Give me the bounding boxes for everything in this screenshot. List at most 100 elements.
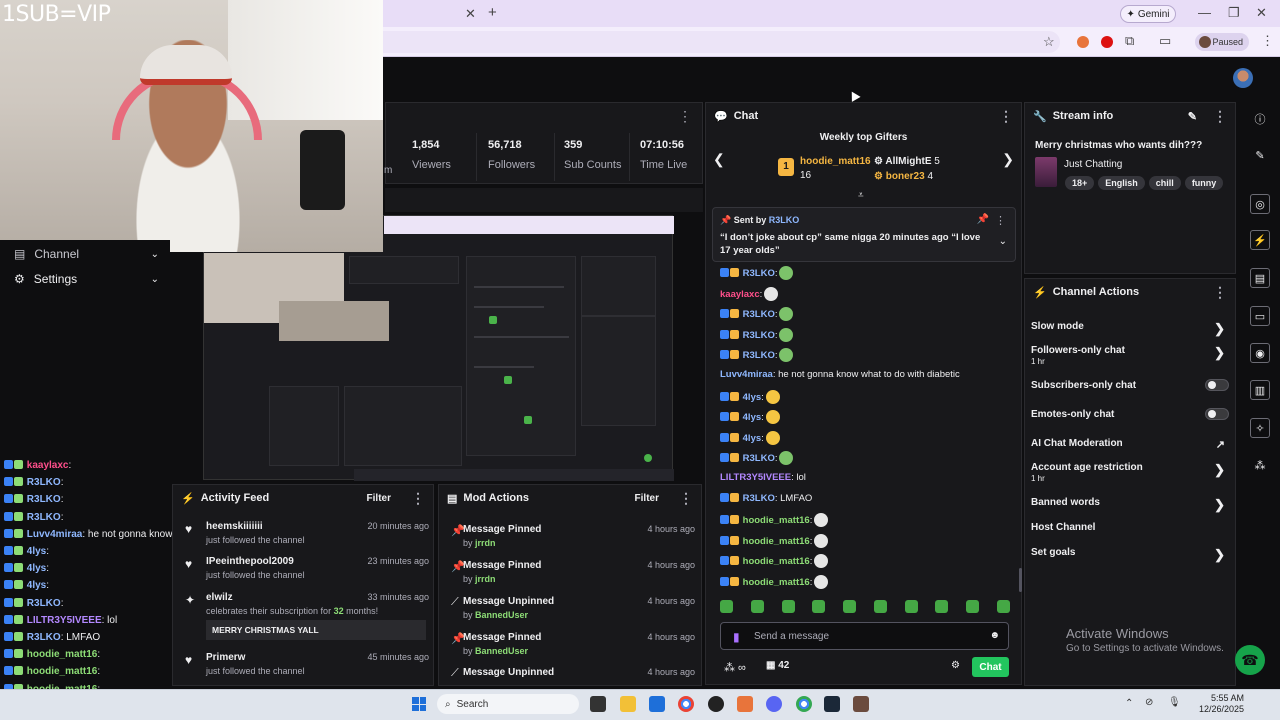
mod-badge-icon	[4, 546, 13, 555]
nav-channel[interactable]: ▤ Channel ⌄	[14, 247, 159, 261]
followers-only-item[interactable]: Followers-only chat 1 hr ❯	[1031, 345, 1229, 366]
adblock-extension-icon[interactable]	[1101, 36, 1113, 48]
taskbar-clock[interactable]: 5:55 AM 12/26/2025	[1192, 693, 1244, 715]
bookmark-star-icon[interactable]: ☆	[1043, 34, 1055, 50]
collapse-icon[interactable]: ⩡	[858, 190, 864, 201]
slow-mode-item[interactable]: Slow mode ❯	[1031, 321, 1229, 336]
more-options-icon[interactable]: ⋮	[411, 490, 425, 507]
help-chat-icon[interactable]: ☎	[1235, 645, 1265, 675]
wrench-icon[interactable]: ✧	[1250, 418, 1270, 438]
points-icon[interactable]: ⁂ ∞	[724, 661, 746, 674]
emote-icon[interactable]	[873, 600, 887, 613]
chrome-profile-icon[interactable]	[796, 696, 812, 712]
overlay-chat-line: R3LKO:	[4, 511, 63, 523]
subscribers-only-item[interactable]: Subscribers-only chat	[1031, 379, 1229, 391]
store-icon[interactable]	[649, 696, 665, 712]
chat-icon[interactable]: ▭	[1250, 306, 1270, 326]
activity-filter-button[interactable]: Filter	[367, 493, 391, 504]
close-tab-icon[interactable]: ✕	[465, 6, 476, 22]
network-icon[interactable]: ⊘	[1145, 697, 1153, 708]
layout-icon[interactable]: ▥	[1250, 380, 1270, 400]
app-avatar-icon[interactable]	[853, 696, 869, 712]
emote-icon[interactable]	[781, 600, 795, 613]
new-tab-icon[interactable]: +	[488, 4, 497, 21]
info-icon[interactable]: ⓘ	[1251, 110, 1269, 128]
emote-icon[interactable]	[935, 600, 949, 613]
task-view-icon[interactable]	[590, 696, 606, 712]
mic-icon[interactable]: ▮	[733, 630, 740, 644]
pencil-icon[interactable]: ✎	[1251, 146, 1269, 164]
browser-menu-icon[interactable]: ⋮	[1261, 33, 1274, 49]
extensions-puzzle-icon[interactable]: ⧉	[1125, 33, 1134, 49]
mic-tray-icon[interactable]: 🎙	[1168, 697, 1181, 708]
chevron-down-icon: ⌄	[150, 273, 159, 285]
account-age-item[interactable]: Account age restriction 1 hr ❯	[1031, 462, 1229, 483]
window-close-icon[interactable]: ✕	[1256, 5, 1267, 21]
chevron-down-icon[interactable]: ⌄	[999, 236, 1007, 247]
more-options-icon[interactable]: ⋮	[678, 108, 692, 125]
unpin-icon[interactable]: 📌	[977, 214, 989, 225]
banned-words-item[interactable]: Banned words ❯	[1031, 497, 1229, 512]
obs-icon[interactable]	[708, 696, 724, 712]
windows-start-icon[interactable]	[412, 697, 426, 711]
chat-message: hoodie_matt16:	[720, 554, 829, 569]
emote-icon[interactable]	[720, 600, 733, 613]
emotes-only-item[interactable]: Emotes-only chat	[1031, 408, 1229, 420]
emote-icon[interactable]	[812, 600, 826, 613]
emotes-only-toggle[interactable]	[1205, 408, 1229, 420]
gemini-button[interactable]: ✦ Gemini	[1120, 5, 1176, 23]
chat-input[interactable]: ▮ Send a message ☻	[720, 622, 1009, 650]
minimize-icon[interactable]: —	[1198, 5, 1211, 20]
maximize-icon[interactable]: ❐	[1228, 5, 1240, 21]
webcam-feed: 1SUB=VIP	[0, 0, 383, 252]
lightning-icon[interactable]: ⚡	[1250, 230, 1270, 250]
chat-send-button[interactable]: Chat	[972, 657, 1009, 677]
set-goals-item[interactable]: Set goals ❯	[1031, 547, 1229, 562]
user-avatar[interactable]	[1233, 68, 1253, 88]
host-channel-item[interactable]: Host Channel	[1031, 522, 1229, 533]
ai-moderation-item[interactable]: AI Chat Moderation ↗	[1031, 438, 1229, 451]
discord-icon[interactable]	[766, 696, 782, 712]
emoji-icon[interactable]: ☻	[989, 630, 1000, 641]
camera-icon[interactable]: ◎	[1250, 194, 1270, 214]
chrome-icon[interactable]	[678, 696, 694, 712]
emote-icon[interactable]	[996, 600, 1010, 613]
nav-settings[interactable]: ⚙ Settings ⌄	[14, 272, 159, 286]
users-icon[interactable]: ⁂	[1251, 456, 1269, 474]
emote-icon[interactable]	[750, 600, 764, 613]
settings-icon[interactable]: ⚙	[951, 660, 960, 671]
prev-arrow-icon[interactable]: ❮	[713, 151, 725, 168]
broadcast-icon[interactable]: ◉	[1250, 343, 1270, 363]
more-options-icon[interactable]: ⋮	[999, 108, 1013, 125]
lightning-icon: ⚡	[181, 492, 195, 505]
overlay-chat-line: R3LKO:	[4, 477, 63, 488]
cast-icon[interactable]: ▭	[1159, 33, 1171, 49]
more-options-icon[interactable]: ⋮	[1213, 284, 1227, 301]
next-arrow-icon[interactable]: ❯	[1002, 151, 1014, 168]
taskbar-search[interactable]: ⌕ Search	[437, 694, 579, 714]
chat-message: R3LKO:	[720, 266, 794, 280]
emote-icon[interactable]	[966, 600, 980, 613]
more-options-icon[interactable]: ⋮	[1213, 108, 1227, 125]
edit-pencil-icon[interactable]: ✎	[1188, 110, 1197, 123]
extension-icon[interactable]	[1077, 36, 1089, 48]
profile-paused-button[interactable]: Paused	[1195, 33, 1249, 51]
file-explorer-icon[interactable]	[620, 696, 636, 712]
more-options-icon[interactable]: ⋮	[995, 214, 1006, 227]
steam-icon[interactable]	[824, 696, 840, 712]
stream-info-panel: 🔧 Stream info ✎ ⋮ Merry christmas who wa…	[1024, 102, 1236, 274]
chat-scrollbar[interactable]	[1019, 568, 1022, 592]
mod-filter-button[interactable]: Filter	[635, 493, 659, 504]
divider	[629, 133, 630, 181]
mod-badge-icon	[4, 649, 13, 659]
emote-icon[interactable]	[904, 600, 918, 613]
more-options-icon[interactable]: ⋮	[679, 490, 693, 507]
crown-badge-icon	[730, 350, 739, 360]
emote-icon[interactable]	[843, 600, 857, 613]
subscribers-only-toggle[interactable]	[1205, 379, 1229, 391]
app-icon[interactable]	[737, 696, 753, 712]
tray-chevron-icon[interactable]: ⌃	[1125, 698, 1133, 709]
stat-subs: 359 Sub Counts	[564, 139, 622, 171]
document-icon[interactable]: ▤	[1250, 268, 1270, 288]
url-field[interactable]	[360, 31, 1060, 53]
